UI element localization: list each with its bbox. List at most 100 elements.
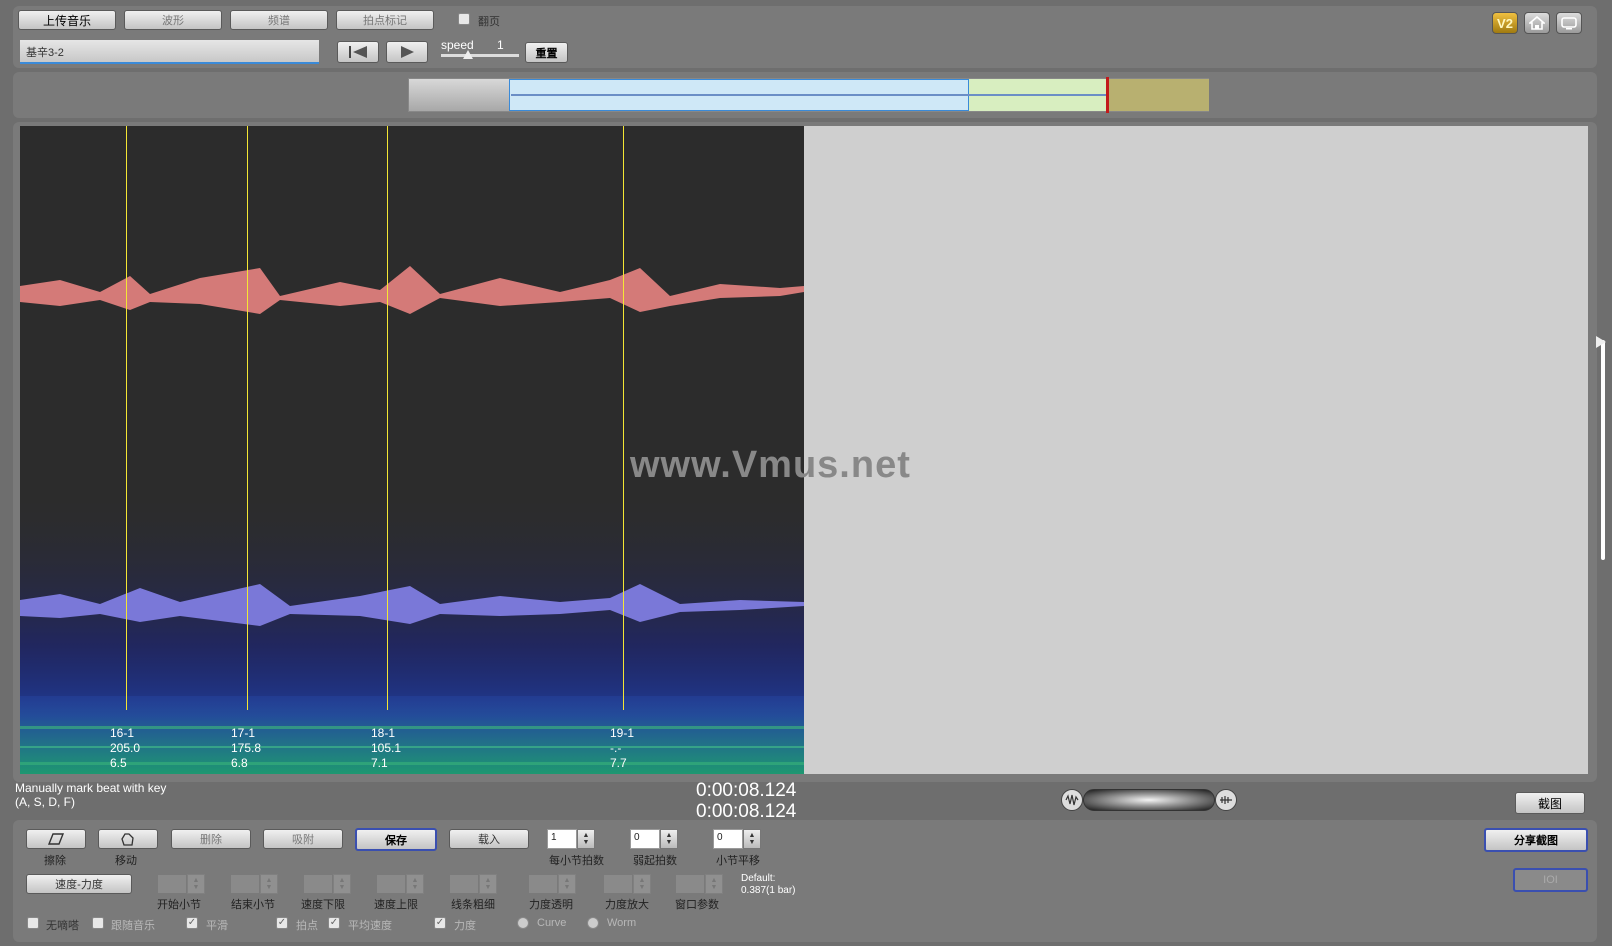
pickup-stepper[interactable]: 0 ▲ ▼ [630, 829, 678, 849]
end-bar-stepper[interactable]: ▲ ▼ [230, 874, 278, 894]
page-flip-checkbox[interactable] [458, 13, 470, 25]
tempo-low-label: 速度下限 [301, 899, 345, 911]
beat-line[interactable] [623, 126, 624, 710]
beat-line[interactable] [126, 126, 127, 710]
home-button[interactable] [1524, 12, 1550, 34]
speed-slider-thumb-icon[interactable] [463, 50, 473, 59]
dynamic-opacity-label: 力度透明 [529, 899, 573, 911]
beat-line[interactable] [247, 126, 248, 710]
beat-tempo: -.- [610, 741, 622, 755]
hand-icon [121, 833, 134, 846]
speed-slider[interactable] [441, 50, 519, 59]
bar-shift-stepper[interactable]: 0 ▲ ▼ [713, 829, 761, 849]
stepper-arrows-icon[interactable]: ▲ ▼ [633, 874, 651, 894]
screen-button[interactable] [1556, 12, 1582, 34]
ioi-button[interactable]: IOI [1513, 868, 1588, 892]
worm-radio[interactable] [587, 917, 599, 929]
beat-bar: 18-1 [371, 726, 396, 740]
spectrum-button[interactable]: 频谱 [230, 10, 328, 30]
default-window-text: Default: 0.387(1 bar) [741, 873, 795, 897]
beat-label: 18-1 105.1 7.1 [371, 726, 401, 771]
stepper-arrows-icon[interactable]: ▲ ▼ [743, 829, 761, 849]
screenshot-button[interactable]: 截图 [1515, 792, 1585, 814]
save-button[interactable]: 保存 [355, 828, 437, 851]
tempo-low-stepper[interactable]: ▲ ▼ [303, 874, 351, 894]
start-bar-value[interactable] [157, 874, 187, 894]
beat-line[interactable] [387, 126, 388, 710]
dynamic-opacity-value[interactable] [528, 874, 558, 894]
stepper-arrows-icon[interactable]: ▲ ▼ [479, 874, 497, 894]
line-width-value[interactable] [449, 874, 479, 894]
beat-dynamic: 6.8 [231, 756, 248, 770]
tempo-high-value[interactable] [376, 874, 406, 894]
overview-track[interactable] [408, 77, 1209, 113]
dynamic-opacity-stepper[interactable]: ▲ ▼ [528, 874, 576, 894]
default-line-1: Default: [741, 873, 776, 884]
beat-mark-button[interactable]: 拍点标记 [336, 10, 434, 30]
stepper-arrows-icon[interactable]: ▲ ▼ [577, 829, 595, 849]
follow-music-checkbox[interactable] [92, 917, 104, 929]
scroll-handle-icon[interactable] [1596, 336, 1606, 348]
stepper-arrows-icon[interactable]: ▲ ▼ [705, 874, 723, 894]
playhead-marker[interactable] [1106, 77, 1109, 113]
skip-back-button[interactable] [337, 41, 379, 63]
erase-button[interactable] [26, 829, 86, 849]
move-button[interactable] [98, 829, 158, 849]
no-noise-checkbox[interactable] [27, 917, 39, 929]
stepper-arrows-icon[interactable]: ▲ ▼ [187, 874, 205, 894]
tempo-dynamic-button[interactable]: 速度-力度 [26, 874, 132, 894]
dynamic-checkbox[interactable]: ✓ [434, 917, 446, 929]
stepper-arrows-icon[interactable]: ▲ ▼ [333, 874, 351, 894]
reset-button[interactable]: 重置 [525, 42, 568, 63]
home-icon [1529, 16, 1545, 30]
waveform-zoom-out-icon[interactable] [1061, 789, 1083, 811]
tempo-high-label: 速度上限 [374, 899, 418, 911]
beat-tempo: 175.8 [231, 741, 262, 755]
line-width-label: 线条粗细 [451, 899, 495, 911]
curve-label: Curve [537, 917, 567, 929]
tempo-low-value[interactable] [303, 874, 333, 894]
tempo-high-stepper[interactable]: ▲ ▼ [376, 874, 424, 894]
beat-dynamic: 7.1 [371, 756, 388, 770]
total-time: 0:00:08.124 [696, 801, 797, 822]
waveform-zoom-in-icon[interactable] [1215, 789, 1237, 811]
track-name-input[interactable]: 基辛3-2 [20, 40, 319, 64]
beats-per-bar-stepper[interactable]: 1 ▲ ▼ [547, 829, 595, 849]
share-screenshot-button[interactable]: 分享截图 [1484, 828, 1588, 852]
zoom-slider[interactable] [1083, 789, 1215, 811]
window-param-stepper[interactable]: ▲ ▼ [675, 874, 723, 894]
beat-point-checkbox[interactable]: ✓ [276, 917, 288, 929]
beat-label: 16-1 205.0 6.5 [110, 726, 140, 771]
v2-button[interactable]: V2 [1492, 12, 1518, 34]
curve-radio[interactable] [517, 917, 529, 929]
stepper-arrows-icon[interactable]: ▲ ▼ [406, 874, 424, 894]
no-noise-label: 无嘀嗒 [46, 920, 79, 932]
upload-music-button[interactable]: 上传音乐 [18, 10, 116, 30]
empty-view-area [804, 126, 1588, 774]
waveform-button[interactable]: 波形 [124, 10, 222, 30]
pickup-label: 弱起拍数 [633, 855, 677, 867]
follow-music-label: 跟随音乐 [111, 920, 155, 932]
line-width-stepper[interactable]: ▲ ▼ [449, 874, 497, 894]
dynamic-scale-stepper[interactable]: ▲ ▼ [603, 874, 651, 894]
end-bar-value[interactable] [230, 874, 260, 894]
bar-shift-value[interactable]: 0 [713, 829, 743, 849]
play-button[interactable] [386, 41, 428, 63]
load-button[interactable]: 载入 [449, 829, 529, 849]
delete-button[interactable]: 删除 [171, 829, 251, 849]
worm-label: Worm [607, 917, 637, 929]
stepper-arrows-icon[interactable]: ▲ ▼ [558, 874, 576, 894]
stepper-arrows-icon[interactable]: ▲ ▼ [660, 829, 678, 849]
dynamic-scale-value[interactable] [603, 874, 633, 894]
pickup-value[interactable]: 0 [630, 829, 660, 849]
avg-tempo-checkbox[interactable]: ✓ [328, 917, 340, 929]
vertical-scrollbar[interactable] [1601, 340, 1605, 560]
hint-line-2: (A, S, D, F) [15, 795, 75, 809]
smooth-checkbox[interactable]: ✓ [186, 917, 198, 929]
start-bar-stepper[interactable]: ▲ ▼ [157, 874, 205, 894]
window-param-value[interactable] [675, 874, 705, 894]
snap-button[interactable]: 吸附 [263, 829, 343, 849]
stepper-arrows-icon[interactable]: ▲ ▼ [260, 874, 278, 894]
beats-per-bar-value[interactable]: 1 [547, 829, 577, 849]
zoom-control[interactable] [1061, 788, 1237, 812]
